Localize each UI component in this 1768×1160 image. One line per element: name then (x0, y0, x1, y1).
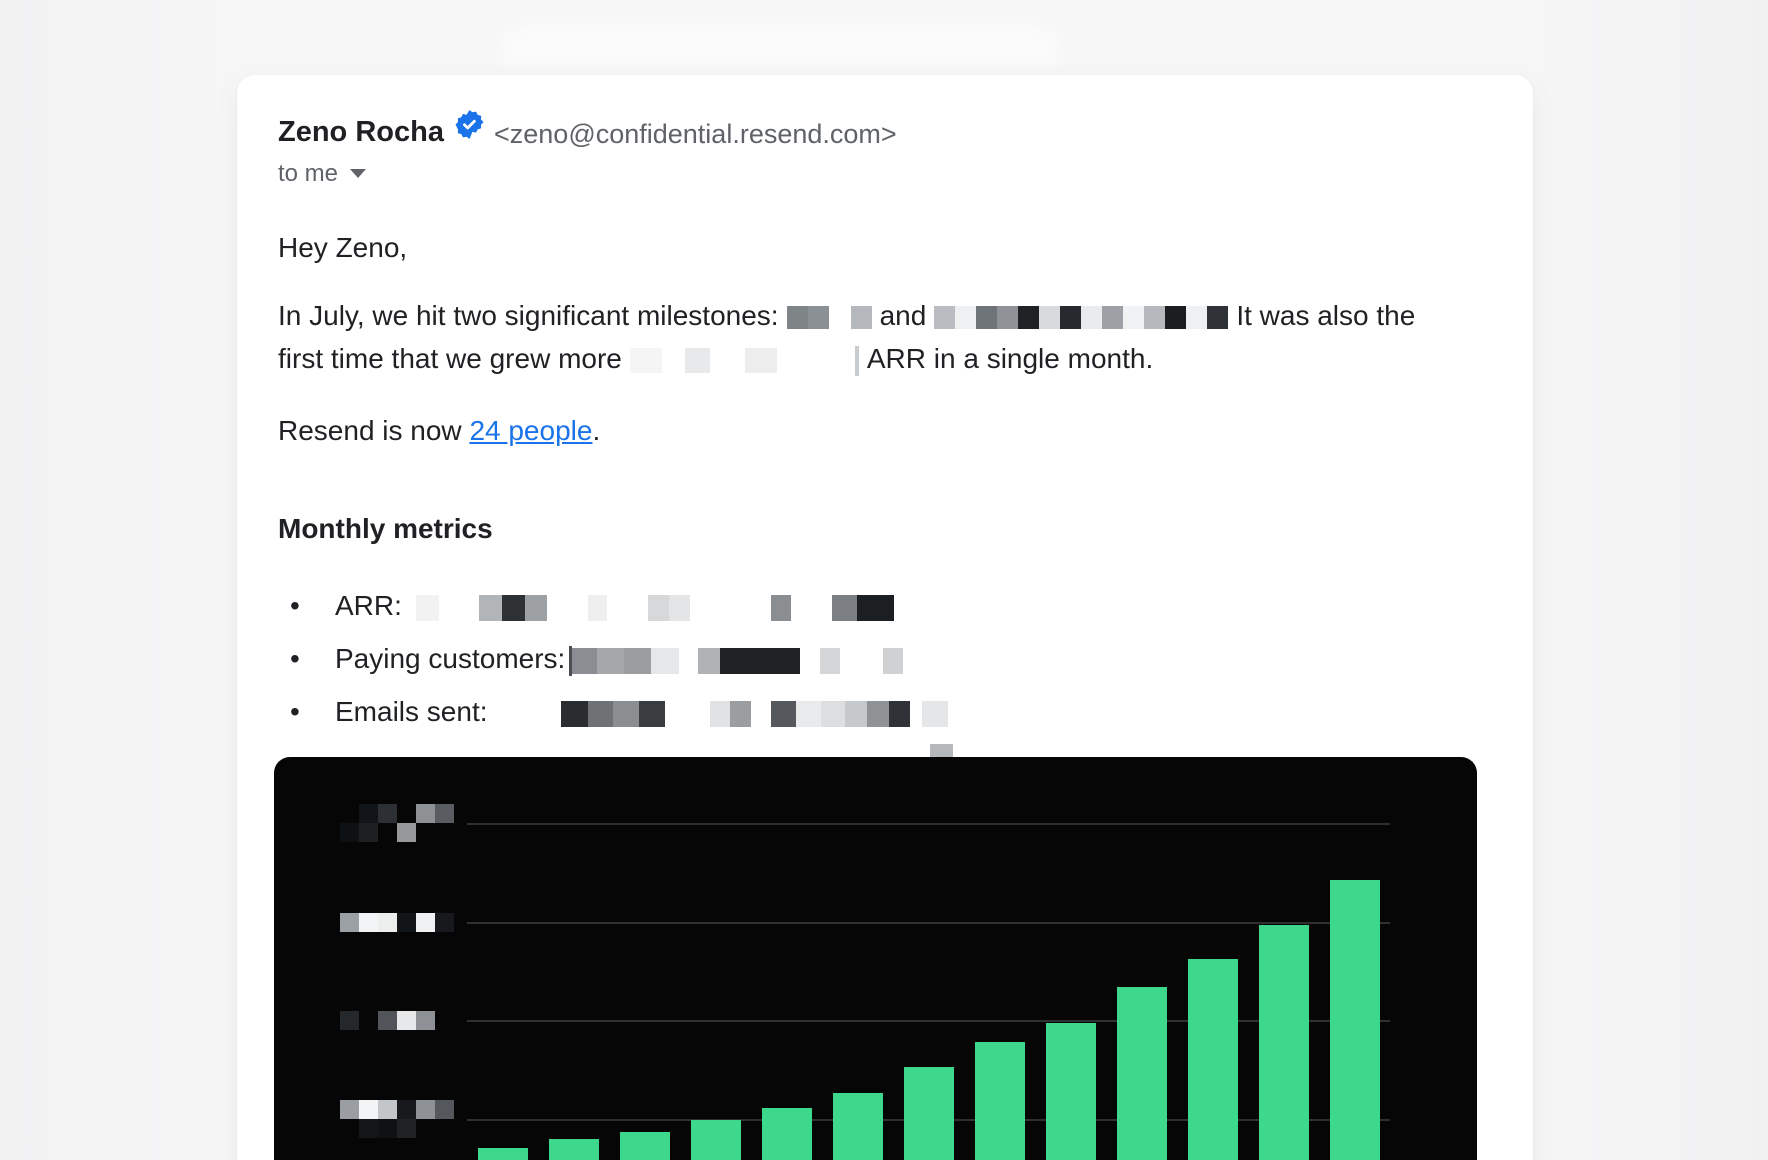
chart-bar (1046, 1023, 1096, 1160)
chart-bar (975, 1042, 1025, 1160)
chart-bar (549, 1139, 599, 1160)
redacted-value-block (569, 646, 903, 676)
sender-email: <zeno@confidential.resend.com> (494, 119, 897, 149)
metrics-heading: Monthly metrics (278, 512, 493, 546)
bullet-marker: • (290, 643, 304, 675)
paragraph-text: In July, we hit two significant mileston… (278, 300, 779, 331)
paragraph-line-1: In July, we hit two significant mileston… (278, 299, 1415, 333)
redacted-text-block (630, 346, 859, 376)
blurred-subject-artifact (500, 24, 1060, 70)
chart-bar (691, 1120, 741, 1160)
recipient-label: to me (278, 160, 338, 187)
chart-gridline (467, 1020, 1390, 1022)
paragraph-text: and (880, 300, 927, 331)
bullet-label: Emails sent: (335, 696, 488, 727)
chart-bar (620, 1132, 670, 1160)
recipient-expander[interactable]: to me (278, 161, 366, 187)
chart-bar (1188, 959, 1238, 1160)
chevron-down-icon (350, 169, 366, 178)
chart-bar (1117, 987, 1167, 1160)
bullet-arr: • ARR: (290, 590, 902, 622)
greeting-text: Hey Zeno, (278, 231, 407, 265)
redacted-text-block (934, 306, 1228, 329)
chart-bar (833, 1093, 883, 1160)
y-axis-label-redacted (340, 1011, 454, 1030)
verified-badge-icon (455, 110, 484, 139)
people-link[interactable]: 24 people (469, 415, 592, 446)
bullet-marker: • (290, 696, 304, 728)
chart-bar (762, 1108, 812, 1160)
metrics-bar-chart (274, 757, 1477, 1160)
y-axis-label-redacted (340, 1100, 454, 1138)
sender-name: Zeno Rocha (278, 116, 444, 148)
y-axis-label-redacted (340, 804, 454, 842)
bullet-marker: • (290, 590, 304, 622)
chart-bar (1259, 925, 1309, 1160)
bullet-label: Paying customers: (335, 643, 565, 674)
redacted-value-block (416, 595, 894, 621)
chart-bar (478, 1148, 528, 1160)
y-axis-label-redacted (340, 913, 454, 932)
redacted-value-block (561, 701, 948, 727)
chart-bar (904, 1067, 954, 1160)
team-size-line: Resend is now 24 people. (278, 414, 600, 448)
paragraph-line-2: first time that we grew more ARR in a sin… (278, 342, 1153, 376)
chart-gridline (467, 922, 1390, 924)
paragraph-text: . (592, 415, 600, 446)
redacted-text-block (787, 306, 872, 329)
paragraph-text: Resend is now (278, 415, 469, 446)
paragraph-text: first time that we grew more (278, 343, 622, 374)
bullet-label: ARR: (335, 590, 402, 621)
page-background: Zeno Rocha <zeno@confidential.resend.com… (0, 0, 1768, 1160)
chart-bar (1330, 880, 1380, 1160)
paragraph-text: ARR in a single month. (867, 343, 1153, 374)
paragraph-text: It was also the (1236, 300, 1415, 331)
bullet-paying-customers: • Paying customers: (290, 643, 907, 676)
bullet-emails-sent: • Emails sent: (290, 696, 956, 728)
chart-gridline (467, 823, 1390, 825)
